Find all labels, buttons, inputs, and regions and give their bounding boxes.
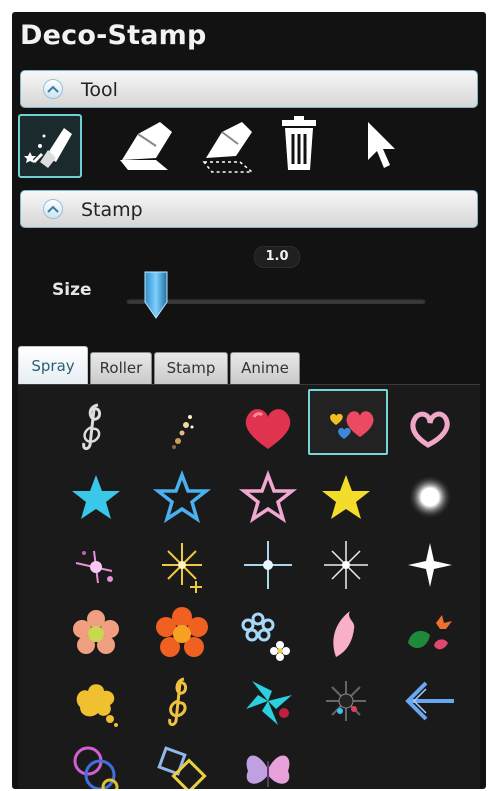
stamp-blue-arrow[interactable] [392, 669, 468, 737]
tool-section-label: Tool [81, 79, 118, 101]
cursor-arrow-icon [368, 122, 395, 168]
stamp-small-hearts[interactable] [308, 389, 388, 455]
spray-brush-icon [24, 128, 72, 168]
stamp-cyan-star[interactable] [58, 465, 134, 533]
stamp-pink-petal[interactable] [308, 601, 384, 669]
tab-spray[interactable]: Spray [18, 346, 88, 384]
stamp-dark-burst[interactable] [308, 669, 384, 737]
stamp-section-header[interactable]: Stamp [20, 190, 478, 228]
stamp-circle-rings[interactable] [58, 737, 134, 789]
stamp-white-four-point-star[interactable] [392, 533, 468, 601]
stamp-heart-outline[interactable] [392, 393, 468, 461]
stamp-butterfly[interactable] [230, 737, 306, 789]
tab-roller[interactable]: Roller [90, 352, 152, 384]
stamp-pink-outline-star[interactable] [230, 465, 306, 533]
stamp-blue-flowers[interactable] [230, 601, 306, 669]
stamp-square-outlines[interactable] [144, 737, 220, 789]
tool-section-header[interactable]: Tool [20, 70, 478, 108]
stamp-orange-flower[interactable] [144, 601, 220, 669]
size-label: Size [52, 280, 92, 300]
size-slider-thumb[interactable] [143, 270, 169, 326]
size-slider-track[interactable] [126, 298, 426, 304]
stamp-section-label: Stamp [81, 199, 143, 221]
eraser-icon [120, 122, 172, 170]
stamp-pink-flower[interactable] [58, 601, 134, 669]
stamp-yellow-blob[interactable] [58, 669, 134, 737]
stamp-sparkle-trail[interactable] [144, 393, 220, 461]
stamp-white-glow[interactable] [392, 465, 468, 533]
deco-stamp-panel: Deco-Stamp Tool Stamp 1.0 Size Spray Rol… [12, 12, 486, 789]
tool-toolbar [18, 114, 478, 180]
stamp-gold-sparkle[interactable] [144, 533, 220, 601]
spray-brush-tool-button[interactable] [18, 114, 82, 178]
stamp-pink-sparkle[interactable] [58, 533, 134, 601]
stamp-yellow-star[interactable] [308, 465, 384, 533]
stamp-cyan-pinwheel[interactable] [230, 669, 306, 737]
trash-icon [282, 116, 316, 170]
stamp-gold-clef[interactable] [144, 669, 220, 737]
size-value-badge: 1.0 [254, 246, 300, 268]
stamp-treble-clef[interactable] [58, 393, 134, 461]
stamp-autumn-leaves[interactable] [392, 601, 468, 669]
panel-title: Deco-Stamp [20, 20, 207, 51]
tab-anime[interactable]: Anime [230, 352, 300, 384]
pointer-tool-button[interactable] [358, 114, 422, 178]
partial-eraser-tool-button[interactable] [196, 114, 260, 178]
tab-stamp[interactable]: Stamp [154, 352, 228, 384]
collapse-chevron-icon[interactable] [43, 199, 63, 219]
stamp-blue-outline-star[interactable] [144, 465, 220, 533]
trash-tool-button[interactable] [276, 114, 340, 178]
dotted-eraser-icon [202, 122, 255, 173]
collapse-chevron-icon[interactable] [43, 79, 63, 99]
stamp-white-twinkle[interactable] [308, 533, 384, 601]
stamp-red-heart[interactable] [230, 393, 306, 461]
stamp-blue-twinkle[interactable] [230, 533, 306, 601]
stamp-grid [18, 384, 480, 789]
eraser-tool-button[interactable] [116, 114, 180, 178]
